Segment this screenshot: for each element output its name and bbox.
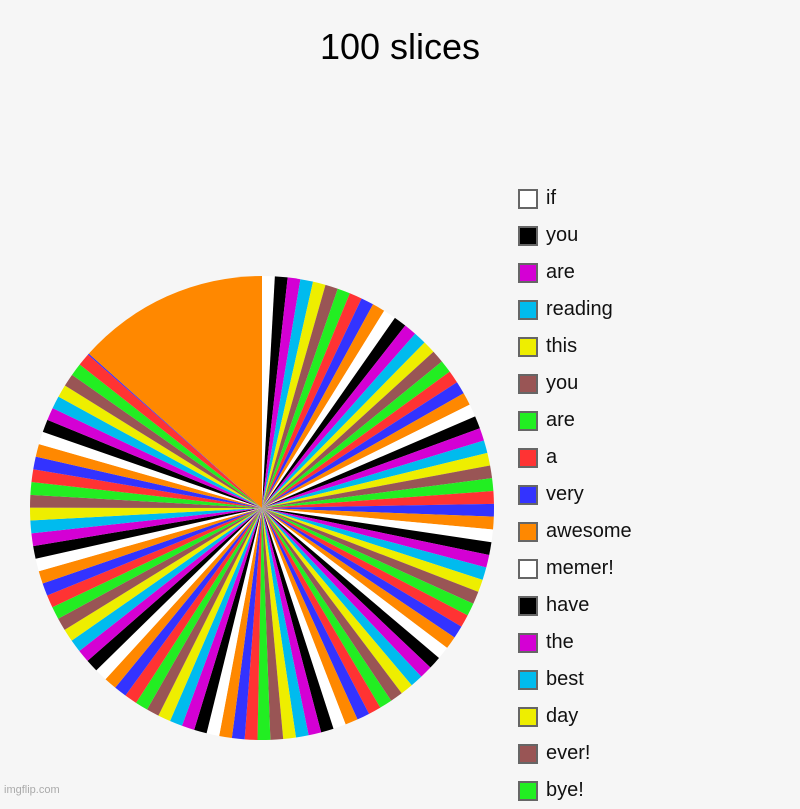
legend-item: this: [518, 328, 632, 365]
legend-item: the: [518, 624, 632, 661]
legend-label: day: [546, 705, 579, 727]
legend-item: are: [518, 254, 632, 291]
legend-item: very: [518, 476, 632, 513]
legend-item: you: [518, 217, 632, 254]
legend-item: have: [518, 587, 632, 624]
legend-item: day: [518, 698, 632, 735]
legend-label: have: [546, 594, 590, 616]
legend-swatch: [518, 373, 538, 394]
legend-swatch: [518, 336, 538, 357]
legend-label: if: [546, 187, 556, 209]
legend-label: the: [546, 631, 574, 653]
legend-item: best: [518, 661, 632, 698]
legend-swatch: [518, 262, 538, 283]
legend-label: you: [546, 224, 579, 246]
legend-swatch: [518, 410, 538, 431]
legend-swatch: [518, 743, 538, 764]
legend-swatch: [518, 225, 538, 246]
legend: if you are reading this you are a very awesome mem…: [518, 180, 632, 809]
legend-swatch: [518, 521, 538, 542]
legend-label: reading: [546, 298, 613, 320]
legend-label: awesome: [546, 520, 632, 542]
legend-swatch: [518, 632, 538, 653]
legend-label: bye!: [546, 779, 584, 801]
legend-label: ever!: [546, 742, 591, 764]
legend-item: you: [518, 365, 632, 402]
legend-swatch: [518, 447, 538, 468]
legend-swatch: [518, 706, 538, 727]
legend-item: bye!: [518, 772, 632, 809]
legend-item: a: [518, 439, 632, 476]
legend-swatch: [518, 780, 538, 801]
legend-item: are: [518, 402, 632, 439]
legend-swatch: [518, 188, 538, 209]
legend-label: you: [546, 372, 579, 394]
legend-label: are: [546, 409, 575, 431]
legend-swatch: [518, 558, 538, 579]
legend-item: ever!: [518, 735, 632, 772]
legend-swatch: [518, 669, 538, 690]
legend-item: awesome: [518, 513, 632, 550]
watermark: imgflip.com: [4, 784, 60, 796]
legend-label: this: [546, 335, 578, 357]
legend-item: if: [518, 180, 632, 217]
legend-swatch: [518, 595, 538, 616]
legend-item: memer!: [518, 550, 632, 587]
legend-label: very: [546, 483, 584, 505]
legend-item: reading: [518, 291, 632, 328]
legend-swatch: [518, 484, 538, 505]
pie-chart: [29, 276, 495, 740]
legend-label: a: [546, 446, 558, 468]
legend-label: are: [546, 261, 575, 283]
legend-label: best: [546, 668, 584, 690]
legend-swatch: [518, 299, 538, 320]
legend-label: memer!: [546, 557, 614, 579]
